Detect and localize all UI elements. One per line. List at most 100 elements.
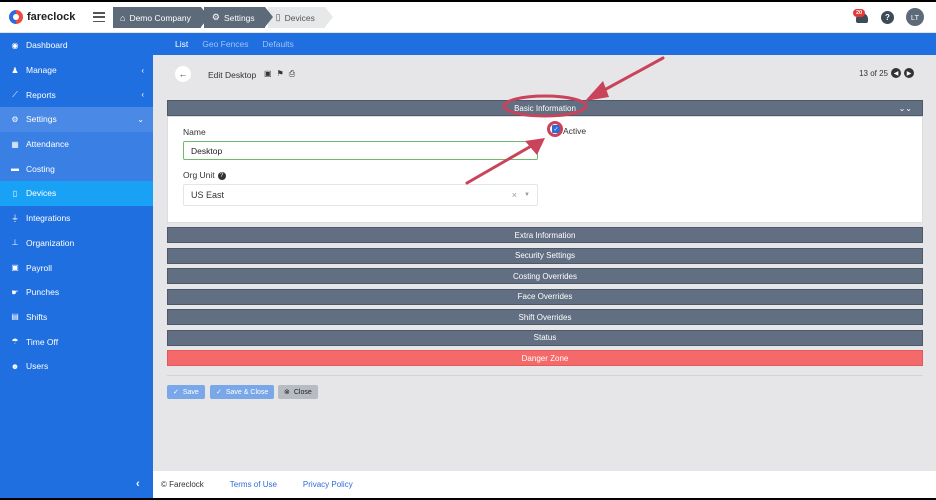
sidebar-item-punches[interactable]: ☛ Punches <box>0 280 153 305</box>
breadcrumb-label: Settings <box>223 12 255 23</box>
clear-icon[interactable]: × <box>512 190 517 200</box>
sidebar-item-shifts[interactable]: ▤ Shifts <box>0 305 153 330</box>
sidebar-item-costing[interactable]: ▬ Costing <box>0 156 153 182</box>
sidebar-item-dashboard[interactable]: ◉ Dashboard <box>0 33 153 58</box>
check-circle-icon: ✓ <box>216 389 222 396</box>
breadcrumb-devices[interactable]: ▯ Devices <box>267 7 334 28</box>
tab-defaults[interactable]: Defaults <box>263 39 294 49</box>
notification-badge: 20 <box>853 9 866 17</box>
sidebar-item-manage[interactable]: ♟ Manage ‹ <box>0 58 153 83</box>
sidebar-item-devices[interactable]: ▯ Devices <box>0 181 153 206</box>
org-unit-label-text: Org Unit <box>183 170 215 180</box>
sidebar-item-payroll[interactable]: ▣ Payroll <box>0 255 153 280</box>
briefcase-icon: ▬ <box>11 164 19 174</box>
sidebar-item-label: Dashboard <box>26 40 68 51</box>
section-security-settings[interactable]: Security Settings <box>167 247 923 264</box>
tab-list[interactable]: List <box>175 39 188 49</box>
chevron-left-icon: ‹ <box>141 65 144 75</box>
sidebar-item-reports[interactable]: ⟋ Reports ‹ <box>0 82 153 107</box>
sidebar-item-label: Punches <box>26 287 60 298</box>
dashboard-icon: ◉ <box>11 40 19 50</box>
plug-icon: ⏚ <box>11 213 19 223</box>
org-unit-label: Org Unit? <box>183 170 226 180</box>
users-icon: ☻ <box>10 361 20 371</box>
section-costing-overrides[interactable]: Costing Overrides <box>167 268 923 284</box>
name-label: Name <box>183 127 206 137</box>
tablet-icon: ▯ <box>12 188 18 198</box>
breadcrumb-company[interactable]: ⌂ Demo Company <box>113 7 209 28</box>
page-title: Edit Desktop <box>208 70 257 80</box>
sidebar-item-time-off[interactable]: ☂ Time Off <box>0 329 153 354</box>
divider <box>167 375 923 376</box>
sidebar-item-label: Shifts <box>26 311 48 322</box>
section-extra-information[interactable]: Extra Information <box>167 227 923 243</box>
chevron-right-icon: ▶ <box>906 70 912 77</box>
sidebar-item-label: Attendance <box>26 139 70 150</box>
tablet-icon: ▯ <box>275 12 281 22</box>
sidebar-item-label: Reports <box>26 89 56 100</box>
copyright: © Fareclock <box>161 480 204 489</box>
org-unit-value: US East <box>191 190 225 200</box>
sidebar-item-settings[interactable]: ⚙ Settings ⌄ <box>0 107 153 132</box>
privacy-link[interactable]: Privacy Policy <box>303 480 353 489</box>
close-label: Close <box>293 388 312 396</box>
save-button[interactable]: ✓ Save <box>167 385 205 399</box>
back-button[interactable]: ← <box>175 66 191 82</box>
previous-button[interactable]: ◀ <box>891 68 901 78</box>
hamburger-menu-icon[interactable] <box>93 12 105 22</box>
fareclock-logo-icon <box>9 10 23 24</box>
active-checkbox[interactable]: ✓ <box>552 125 560 133</box>
punch-icon: ☛ <box>11 287 19 297</box>
section-shift-overrides[interactable]: Shift Overrides <box>167 309 923 325</box>
double-chevron-down-icon: ⌄⌄ <box>898 103 912 113</box>
audit-icon[interactable]: ⚑ <box>277 69 284 79</box>
section-danger-zone[interactable]: Danger Zone <box>167 350 923 366</box>
money-icon: ▣ <box>11 263 19 273</box>
caret-down-icon[interactable]: ▼ <box>524 192 530 198</box>
sidebar-item-label: Devices <box>26 188 57 199</box>
section-face-overrides[interactable]: Face Overrides <box>167 288 923 305</box>
sidebar-item-label: Integrations <box>26 213 71 224</box>
tab-bar: List Geo Fences Defaults <box>153 33 936 55</box>
logo-text: fareclock <box>27 11 76 23</box>
section-title: Basic Information <box>514 103 576 113</box>
help-icon[interactable]: ? <box>881 10 894 24</box>
org-unit-select[interactable]: US East × ▼ <box>183 184 538 206</box>
sidebar-item-label: Manage <box>26 65 57 76</box>
sidebar-item-organization[interactable]: ⊥ Organization <box>0 231 153 256</box>
check-circle-icon: ✓ <box>173 389 179 396</box>
header-actions: 20 ? LT <box>853 8 924 26</box>
close-button[interactable]: ⊗ Close <box>278 385 318 399</box>
collapse-sidebar-button[interactable]: ‹ <box>136 478 140 490</box>
notifications-button[interactable]: 20 <box>853 9 869 24</box>
basic-information-panel: Name Desktop ✓ Active Org Unit? US East … <box>167 116 923 223</box>
sidebar-item-integrations[interactable]: ⏚ Integrations <box>0 206 153 231</box>
terms-link[interactable]: Terms of Use <box>230 480 277 489</box>
footer: © Fareclock Terms of Use Privacy Policy <box>153 471 936 498</box>
save-close-button[interactable]: ✓ Save & Close <box>210 385 275 399</box>
attendance-icon: ▦ <box>11 139 19 149</box>
avatar[interactable]: LT <box>906 8 924 26</box>
section-basic-information[interactable]: Basic Information ⌄⌄ <box>167 100 923 116</box>
breadcrumb-settings[interactable]: ⚙ Settings <box>203 7 273 28</box>
tab-geo-fences[interactable]: Geo Fences <box>202 39 248 49</box>
print-icon[interactable]: ⎙ <box>289 69 295 79</box>
sidebar-item-users[interactable]: ☻ Users <box>0 354 153 379</box>
sidebar-item-attendance[interactable]: ▦ Attendance <box>0 131 153 157</box>
help-icon[interactable]: ? <box>217 171 226 180</box>
sidebar-item-label: Settings <box>26 114 57 125</box>
sidebar-item-label: Organization <box>26 237 75 248</box>
chevron-left-icon: ‹ <box>141 90 144 100</box>
sidebar: ◉ Dashboard ♟ Manage ‹ ⟋ Reports ‹ ⚙ Settings ⌄… <box>0 33 153 498</box>
logo[interactable]: fareclock <box>9 10 75 24</box>
gear-icon: ⚙ <box>11 114 19 124</box>
next-button[interactable]: ▶ <box>904 68 914 78</box>
section-status[interactable]: Status <box>167 329 923 346</box>
sidebar-item-label: Time Off <box>26 336 59 347</box>
breadcrumb-label: Devices <box>284 12 315 23</box>
sidebar-item-label: Costing <box>26 163 55 174</box>
home-icon: ⌂ <box>120 12 126 23</box>
id-card-icon[interactable]: ▣ <box>264 69 272 79</box>
top-bar: fareclock ⌂ Demo Company ⚙ Settings ▯ De… <box>0 2 936 33</box>
name-input[interactable]: Desktop <box>183 141 538 160</box>
